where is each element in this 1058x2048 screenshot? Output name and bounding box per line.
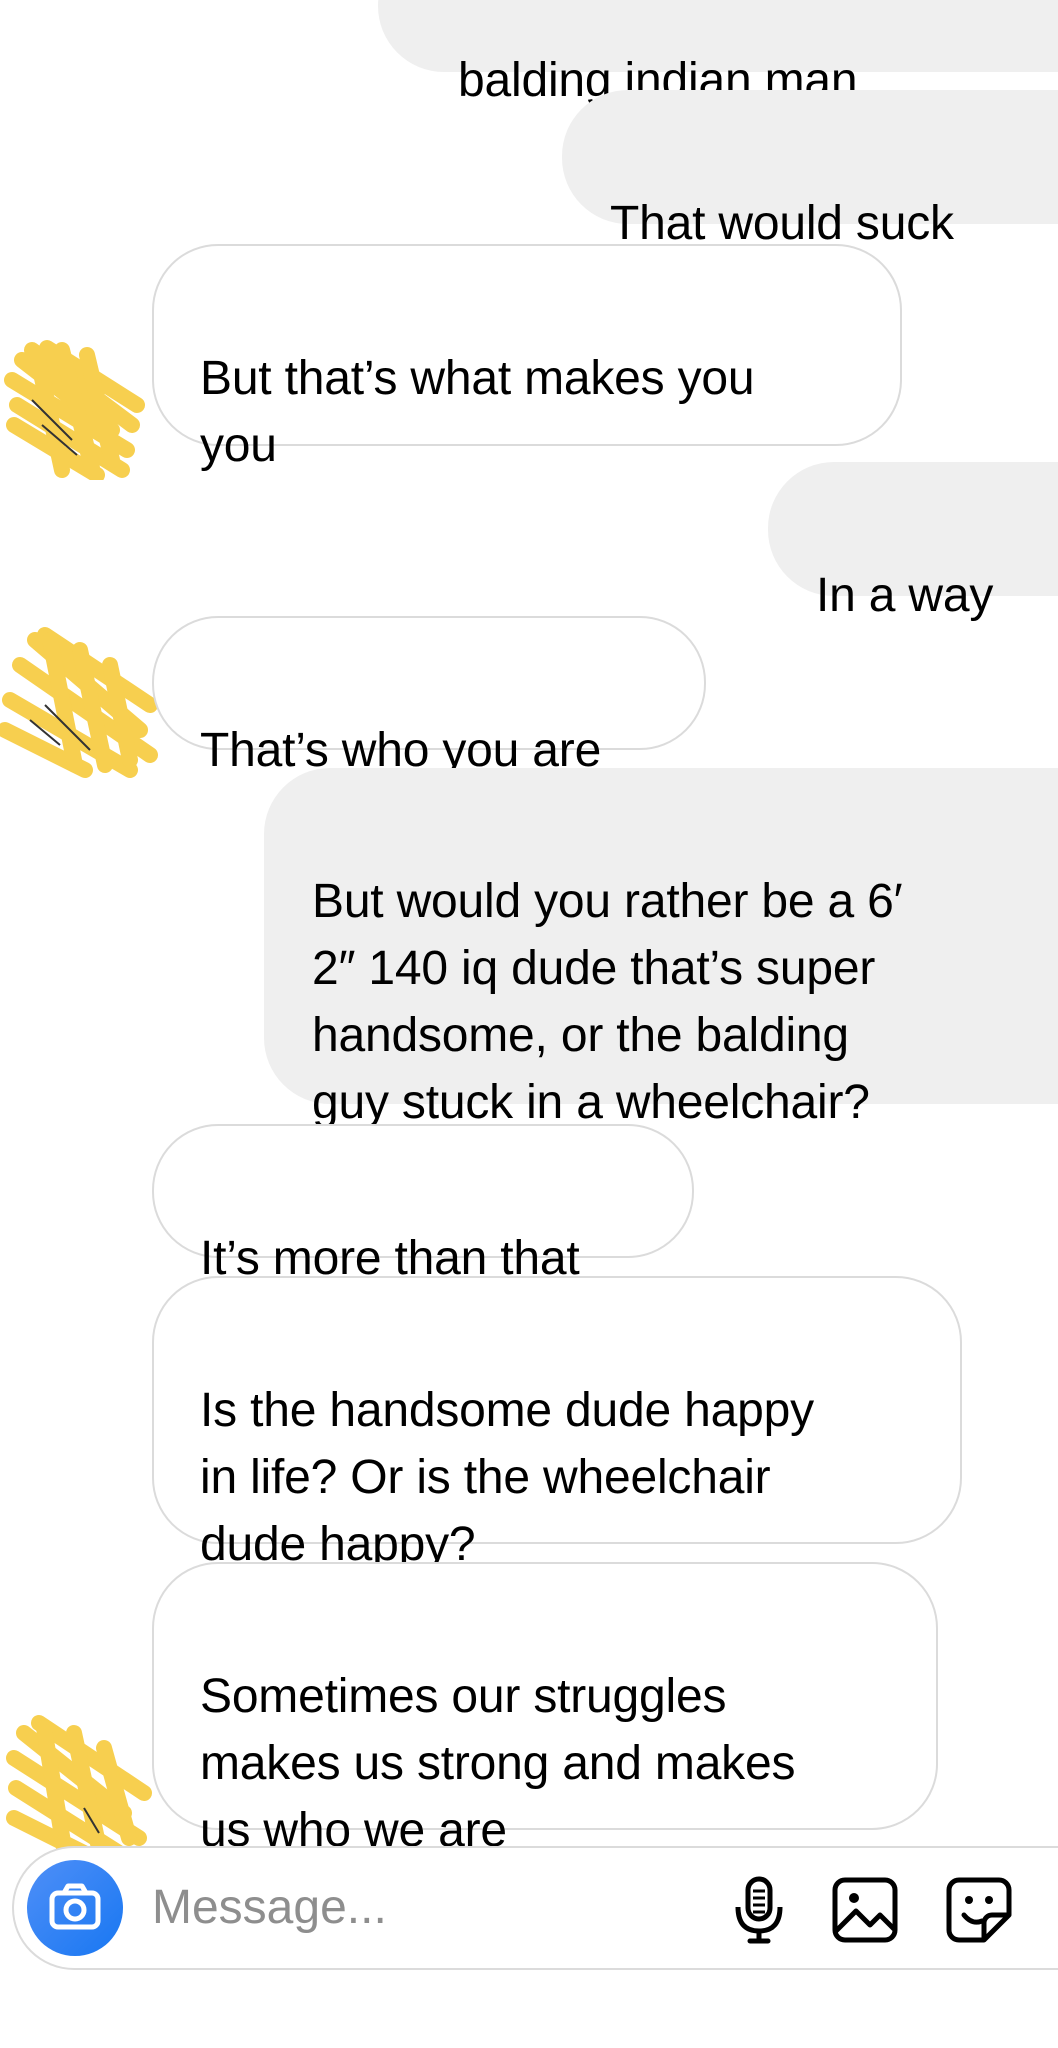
message-text: Sometimes our struggles makes us strong … xyxy=(200,1670,796,1857)
message-bubble-sent[interactable]: But would you rather be a 6′ 2″ 140 iq d… xyxy=(264,768,1058,1129)
message-text: In a way xyxy=(816,569,994,622)
message-bubble-received[interactable]: That’s who you are xyxy=(152,616,706,777)
message-bubble-received[interactable]: It’s more than that xyxy=(152,1124,694,1285)
microphone-icon[interactable] xyxy=(724,1875,794,1945)
redacted-avatar xyxy=(4,340,145,480)
message-text: Is the handsome dude happy in life? Or i… xyxy=(200,1384,814,1571)
message-placeholder: Message... xyxy=(152,1881,387,1934)
image-gallery-icon[interactable] xyxy=(830,1875,900,1945)
message-bubble-received[interactable]: Sometimes our struggles makes us strong … xyxy=(152,1562,938,1857)
message-text: But that’s what makes you you xyxy=(200,352,755,472)
message-bubble-sent[interactable]: In a way xyxy=(768,462,1058,622)
message-bubble-sent[interactable]: That would suck xyxy=(562,90,1058,250)
message-bubble-received[interactable]: Is the handsome dude happy in life? Or i… xyxy=(152,1276,962,1571)
camera-icon xyxy=(49,1883,101,1930)
message-input[interactable]: Message... xyxy=(152,1878,387,1938)
redacted-avatar xyxy=(0,627,158,778)
camera-button[interactable] xyxy=(27,1860,123,1956)
message-bubble-received[interactable]: But that’s what makes you you xyxy=(152,244,902,472)
message-text: But would you rather be a 6′ 2″ 140 iq d… xyxy=(312,875,903,1129)
sticker-icon[interactable] xyxy=(944,1875,1014,1945)
message-bubble-sent[interactable]: balding indian man xyxy=(378,0,1058,107)
redacted-avatar xyxy=(6,1715,152,1858)
message-text: That would suck xyxy=(610,197,954,250)
message-composer: Message... xyxy=(12,1846,1058,1970)
